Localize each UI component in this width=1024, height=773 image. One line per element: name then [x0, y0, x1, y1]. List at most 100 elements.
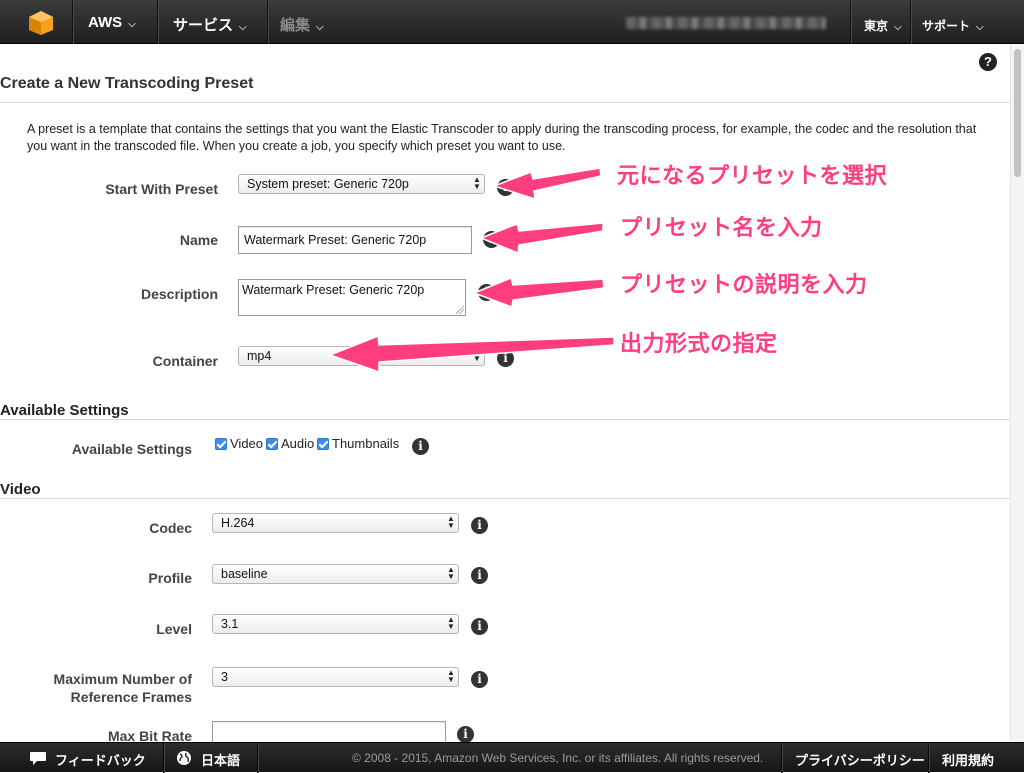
feedback-link[interactable]: フィードバック [55, 750, 146, 769]
footer-divider [163, 743, 164, 773]
annotation-select-base-preset: 元になるプリセットを選択 [617, 164, 888, 189]
audio-checkbox-label[interactable]: Audio [281, 436, 314, 451]
level-value: 3.1 [221, 617, 239, 631]
annotation-enter-preset-description: プリセットの説明を入力 [620, 273, 868, 298]
help-icon[interactable]: ? [979, 53, 997, 71]
account-name-redacted[interactable] [626, 17, 826, 29]
main-content: ? Create a New Transcoding Preset A pres… [0, 45, 1010, 742]
video-checkbox-label[interactable]: Video [230, 436, 263, 451]
max-ref-frames-label: Maximum Number of Reference Frames [54, 670, 192, 706]
terms-link[interactable]: 利用規約 [942, 750, 994, 769]
privacy-policy-link[interactable]: プライバシーポリシー [795, 750, 925, 769]
chevron-down-icon: ⌵ [894, 22, 902, 33]
level-label: Level [156, 621, 192, 637]
edit-menu[interactable]: 編集 ⌵ [280, 14, 324, 35]
profile-value: baseline [221, 567, 268, 581]
nav-divider [850, 0, 851, 44]
aws-menu[interactable]: AWS ⌵ [88, 14, 136, 31]
select-arrows-icon: ▲ ▼ [447, 615, 455, 631]
video-heading: Video [0, 481, 41, 498]
profile-select[interactable]: baseline ▲ ▼ [212, 564, 459, 584]
name-label: Name [179, 232, 218, 248]
codec-label: Codec [149, 520, 192, 536]
description-label: Description [140, 286, 218, 302]
select-arrows-icon: ▲ ▼ [473, 347, 481, 363]
level-select[interactable]: 3.1 ▲ ▼ [212, 614, 459, 634]
audio-checkbox[interactable] [266, 438, 278, 450]
region-menu-label: 東京 [864, 19, 889, 33]
intro-text: A preset is a template that contains the… [27, 122, 977, 153]
container-select[interactable]: mp4 ▲ ▼ [238, 346, 485, 366]
info-icon[interactable]: i [478, 284, 495, 301]
footer-divider [928, 743, 929, 773]
footer-bar: フィードバック 日本語 © 2008 - 2015, Amazon Web Se… [0, 742, 1024, 773]
resize-grip-icon[interactable] [456, 306, 464, 314]
select-arrows-icon: ▲ ▼ [447, 668, 455, 684]
divider [0, 498, 1010, 499]
name-input[interactable]: Watermark Preset: Generic 720p [238, 226, 472, 254]
services-menu-label: サービス [173, 17, 234, 34]
container-label: Container [152, 353, 218, 369]
max-bit-rate-input[interactable] [212, 721, 446, 742]
vertical-scrollbar[interactable] [1010, 45, 1024, 742]
scrollbar-thumb[interactable] [1014, 49, 1021, 177]
chevron-down-icon: ⌵ [316, 22, 324, 33]
thumbnails-checkbox-label[interactable]: Thumbnails [332, 436, 399, 451]
page-title: Create a New Transcoding Preset [0, 75, 254, 92]
thumbnails-checkbox[interactable] [317, 438, 329, 450]
language-selector[interactable]: 日本語 [201, 750, 240, 769]
max-ref-frames-label-line1: Maximum Number of [53, 671, 192, 687]
available-settings-heading: Available Settings [0, 402, 129, 419]
info-icon[interactable]: i [497, 179, 514, 196]
info-icon[interactable]: i [471, 671, 488, 688]
annotation-enter-preset-name: プリセット名を入力 [620, 216, 823, 241]
speech-bubble-icon [30, 752, 46, 765]
info-icon[interactable]: i [471, 517, 488, 534]
video-checkbox[interactable] [215, 438, 227, 450]
max-ref-frames-label-line2: Reference Frames [70, 689, 192, 705]
annotation-specify-output-format: 出力形式の指定 [620, 332, 778, 357]
description-value: Watermark Preset: Generic 720p [242, 283, 425, 297]
edit-menu-label: 編集 [280, 17, 311, 34]
aws-menu-label: AWS [88, 14, 123, 31]
info-icon[interactable]: i [483, 231, 500, 248]
footer-divider [257, 743, 258, 773]
select-arrows-icon: ▲ ▼ [447, 514, 455, 530]
info-icon[interactable]: i [497, 350, 514, 367]
description-textarea[interactable]: Watermark Preset: Generic 720p [238, 279, 466, 316]
copyright-text: © 2008 - 2015, Amazon Web Services, Inc.… [352, 751, 764, 765]
available-settings-label: Available Settings [71, 441, 192, 457]
select-arrows-icon: ▲ ▼ [447, 565, 455, 581]
start-preset-label: Start With Preset [105, 181, 218, 197]
max-bit-rate-label: Max Bit Rate [107, 728, 192, 742]
support-menu[interactable]: サポート ⌵ [922, 17, 984, 34]
globe-icon [177, 751, 191, 765]
region-menu[interactable]: 東京 ⌵ [864, 17, 902, 34]
select-arrows-icon: ▲ ▼ [473, 175, 481, 191]
info-icon[interactable]: i [457, 726, 474, 742]
chevron-down-icon: ⌵ [239, 22, 247, 33]
nav-divider [267, 0, 268, 44]
services-menu[interactable]: サービス ⌵ [173, 14, 247, 35]
nav-divider [910, 0, 911, 44]
start-preset-value: System preset: Generic 720p [247, 177, 409, 191]
nav-divider [157, 0, 158, 44]
profile-label: Profile [148, 570, 192, 586]
chevron-down-icon: ⌵ [128, 19, 136, 30]
chevron-down-icon: ⌵ [976, 22, 984, 33]
aws-cube-icon[interactable] [28, 10, 54, 36]
codec-select[interactable]: H.264 ▲ ▼ [212, 513, 459, 533]
info-icon[interactable]: i [471, 567, 488, 584]
info-icon[interactable]: i [412, 438, 429, 455]
container-value: mp4 [247, 349, 272, 363]
nav-divider [72, 0, 73, 44]
divider [0, 419, 1010, 420]
start-preset-select[interactable]: System preset: Generic 720p ▲ ▼ [238, 174, 485, 194]
top-nav-bar: AWS ⌵ サービス ⌵ 編集 ⌵ 東京 ⌵ サポート ⌵ [0, 0, 1024, 44]
max-ref-frames-select[interactable]: 3 ▲ ▼ [212, 667, 459, 687]
codec-value: H.264 [221, 516, 255, 530]
footer-divider [781, 743, 782, 773]
max-ref-frames-value: 3 [221, 670, 228, 684]
support-menu-label: サポート [922, 19, 971, 33]
info-icon[interactable]: i [471, 618, 488, 635]
